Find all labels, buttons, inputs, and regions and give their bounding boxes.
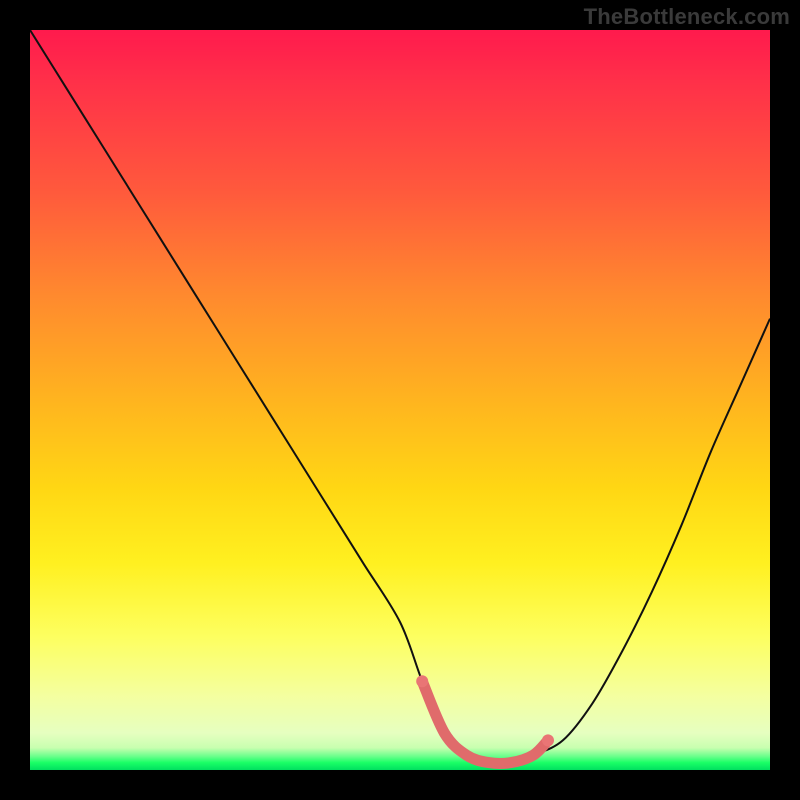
optimal-range-start-dot xyxy=(416,675,428,687)
optimal-range-highlight xyxy=(422,681,548,763)
watermark-label: TheBottleneck.com xyxy=(584,4,790,30)
optimal-range-end-dot xyxy=(542,734,554,746)
gradient-plot-area xyxy=(30,30,770,770)
chart-frame: TheBottleneck.com xyxy=(0,0,800,800)
bottleneck-curve-svg xyxy=(30,30,770,770)
bottleneck-curve-path xyxy=(30,30,770,764)
